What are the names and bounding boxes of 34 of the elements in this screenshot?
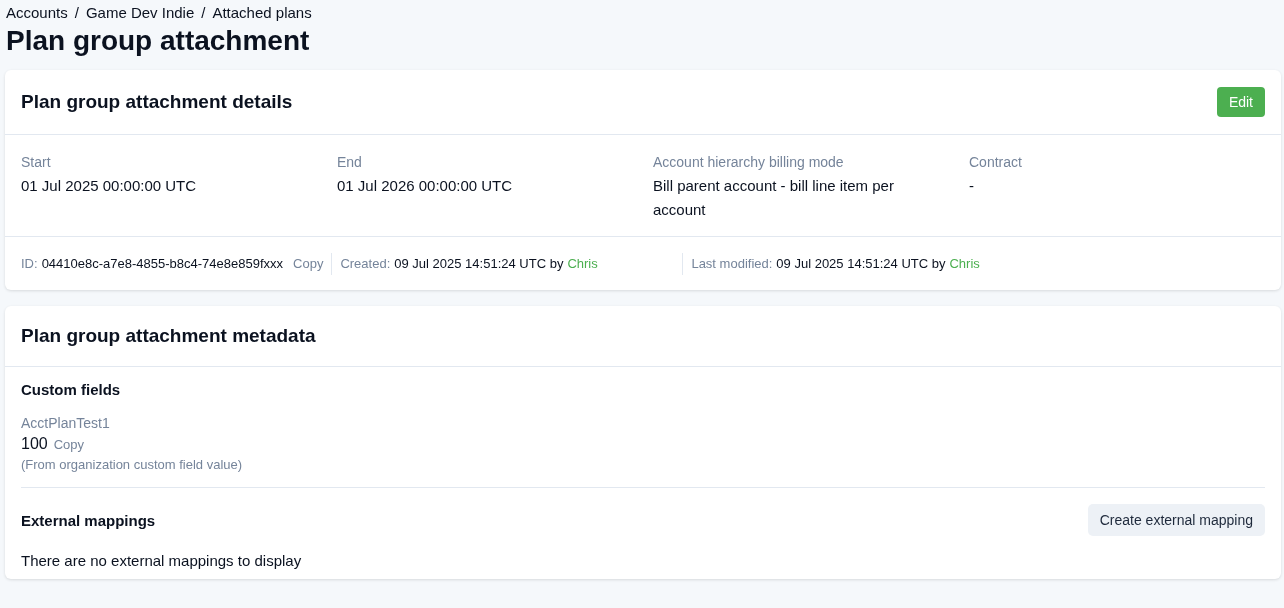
card-title: Plan group attachment details: [21, 91, 293, 113]
breadcrumb-separator: /: [201, 3, 206, 21]
empty-message: There are no external mappings to display: [21, 552, 303, 569]
section-title: External mappings: [21, 511, 156, 529]
id-label: ID:: [21, 256, 38, 271]
field-label: Contract: [969, 154, 1023, 170]
user-link[interactable]: Chris: [949, 256, 980, 271]
copy-link[interactable]: Copy: [53, 437, 85, 452]
field-value: -: [969, 176, 975, 196]
edit-button[interactable]: Edit: [1216, 87, 1265, 117]
id-value: 04410e8c-a7e8-4855-b8c4-74e8e859fxxx: [41, 256, 284, 271]
field-label: End: [337, 154, 363, 170]
field-label: Account hierarchy billing mode: [653, 154, 845, 170]
custom-field-value: 100: [21, 435, 48, 453]
card-title: Plan group attachment metadata: [21, 325, 316, 347]
modified-value: 09 Jul 2025 14:51:24 UTC by: [776, 256, 946, 271]
breadcrumb-link[interactable]: Accounts: [6, 3, 68, 21]
section-title: Custom fields: [21, 381, 122, 398]
breadcrumb-link[interactable]: Game Dev Indie: [85, 3, 195, 21]
create-external-mapping-button[interactable]: Create external mapping: [1087, 504, 1265, 536]
field-value: 01 Jul 2025 00:00:00 UTC: [21, 176, 198, 196]
modified-label: Last modified:: [691, 256, 773, 271]
field-value: 01 Jul 2026 00:00:00 UTC: [337, 176, 514, 196]
field-label: Start: [21, 154, 52, 170]
created-value: 09 Jul 2025 14:51:24 UTC by: [394, 256, 564, 271]
field-value: Bill parent account - bill line item per account: [653, 176, 895, 220]
copy-link[interactable]: Copy: [293, 256, 324, 271]
breadcrumb-separator: /: [74, 3, 79, 21]
breadcrumb-link[interactable]: Attached plans: [212, 3, 312, 21]
page-title: Plan group attachment: [6, 24, 311, 58]
custom-field-note: (From organization custom field value): [21, 457, 244, 472]
created-label: Created:: [340, 256, 391, 271]
user-link[interactable]: Chris: [567, 256, 598, 271]
custom-field-name: AcctPlanTest1: [21, 415, 111, 431]
